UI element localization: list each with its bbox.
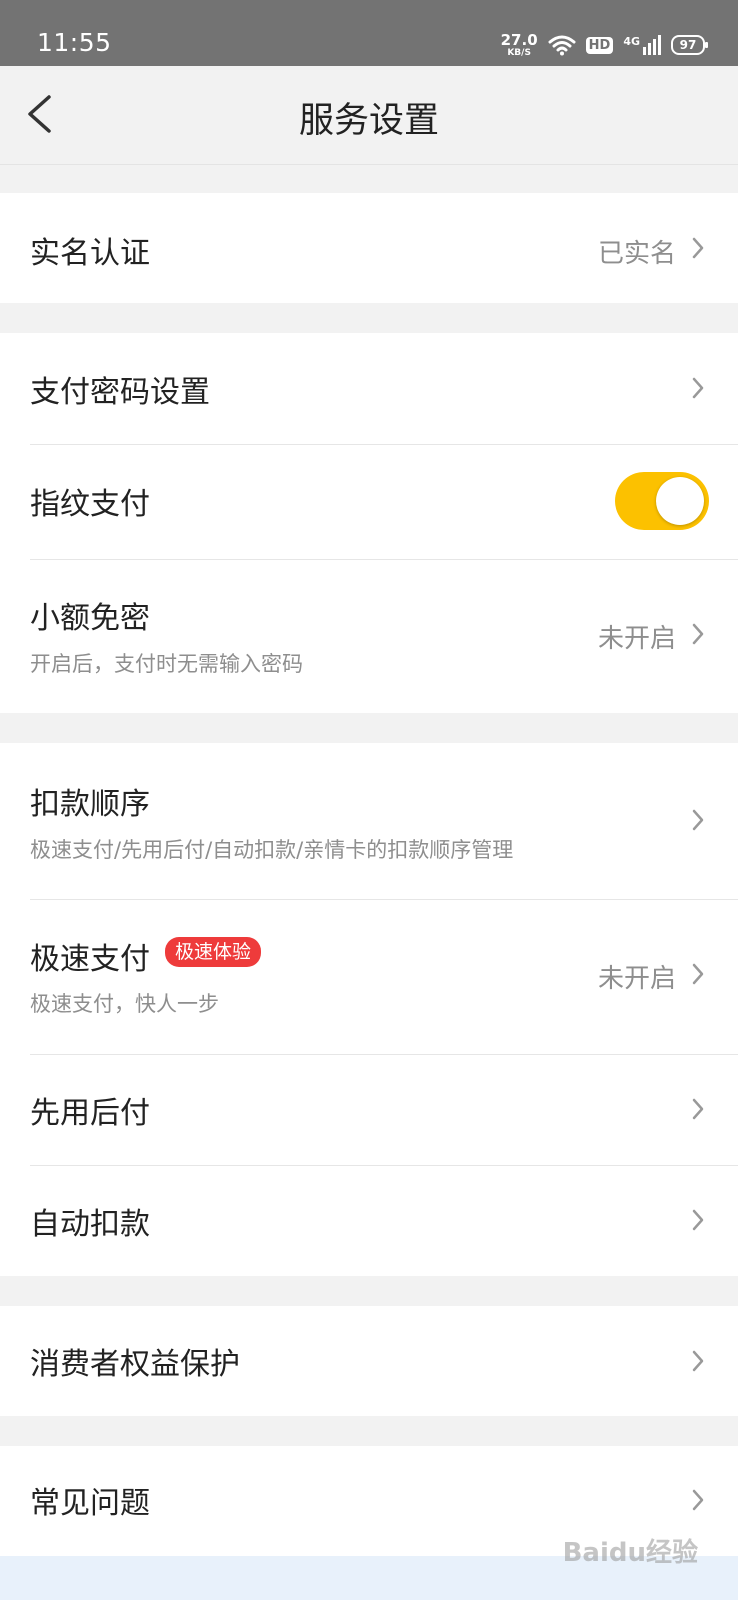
fast-pay-badge: 极速体验 bbox=[165, 937, 262, 967]
row-consumer-rights[interactable]: 消费者权益保护 bbox=[0, 1306, 738, 1416]
chevron-right-icon bbox=[692, 1350, 704, 1372]
fast-pay-description: 极速支付，快人一步 bbox=[30, 992, 219, 1016]
row-fingerprint-pay: 指纹支付 bbox=[0, 445, 738, 559]
wifi-icon bbox=[548, 35, 576, 56]
watermark: Baidu经验 bbox=[562, 1538, 698, 1568]
status-bar: 11:55 27.0 KB/S HD 4G 97 bbox=[0, 0, 738, 66]
auto-deduct-label: 自动扣款 bbox=[30, 1207, 150, 1242]
row-auto-deduct[interactable]: 自动扣款 bbox=[0, 1166, 738, 1276]
real-name-status: 已实名 bbox=[597, 239, 676, 269]
navigation-bar: 服务设置 bbox=[0, 66, 738, 165]
row-small-amount-no-password[interactable]: 小额免密 开启后，支付时无需输入密码 未开启 bbox=[0, 560, 738, 713]
signal-icon: 4G bbox=[623, 35, 661, 55]
section-payment-methods: 扣款顺序 极速支付/先用后付/自动扣款/亲情卡的扣款顺序管理 极速支付 极速体验… bbox=[0, 743, 738, 1276]
section-consumer-rights: 消费者权益保护 bbox=[0, 1306, 738, 1416]
chevron-right-icon bbox=[692, 963, 704, 985]
small-amount-label: 小额免密 bbox=[30, 601, 150, 636]
status-icons: 27.0 KB/S HD 4G 97 bbox=[500, 30, 708, 60]
real-name-label: 实名认证 bbox=[30, 236, 150, 271]
row-pay-password[interactable]: 支付密码设置 bbox=[0, 333, 738, 444]
status-time: 11:55 bbox=[37, 28, 112, 57]
row-deduction-order[interactable]: 扣款顺序 极速支付/先用后付/自动扣款/亲情卡的扣款顺序管理 bbox=[0, 743, 738, 899]
network-speed: 27.0 KB/S bbox=[500, 30, 538, 58]
chevron-right-icon bbox=[692, 1489, 704, 1511]
chevron-right-icon bbox=[692, 809, 704, 831]
chevron-right-icon bbox=[692, 377, 704, 399]
deduction-order-description: 极速支付/先用后付/自动扣款/亲情卡的扣款顺序管理 bbox=[30, 838, 514, 862]
fingerprint-pay-toggle[interactable] bbox=[615, 472, 709, 530]
chevron-right-icon bbox=[692, 1209, 704, 1231]
chevron-right-icon bbox=[692, 1098, 704, 1120]
faq-label: 常见问题 bbox=[30, 1486, 150, 1521]
battery-icon: 97 bbox=[671, 35, 708, 55]
row-pay-later[interactable]: 先用后付 bbox=[0, 1055, 738, 1165]
row-fast-pay[interactable]: 极速支付 极速体验 极速支付，快人一步 未开启 bbox=[0, 900, 738, 1054]
pay-later-label: 先用后付 bbox=[30, 1096, 150, 1131]
chevron-right-icon bbox=[692, 623, 704, 645]
deduction-order-label: 扣款顺序 bbox=[30, 787, 150, 822]
page-title: 服务设置 bbox=[298, 101, 439, 141]
section-identity: 实名认证 已实名 bbox=[0, 193, 738, 303]
fingerprint-pay-label: 指纹支付 bbox=[30, 487, 150, 522]
fast-pay-label: 极速支付 bbox=[30, 942, 150, 977]
pay-password-label: 支付密码设置 bbox=[30, 375, 210, 410]
fast-pay-status: 未开启 bbox=[597, 964, 676, 994]
small-amount-status: 未开启 bbox=[597, 624, 676, 654]
chevron-right-icon bbox=[692, 237, 704, 259]
consumer-rights-label: 消费者权益保护 bbox=[30, 1347, 240, 1382]
hd-icon: HD bbox=[585, 36, 614, 54]
section-payment-security: 支付密码设置 指纹支付 小额免密 开启后，支付时无需输入密码 未开启 bbox=[0, 333, 738, 713]
row-real-name[interactable]: 实名认证 已实名 bbox=[0, 193, 738, 303]
small-amount-description: 开启后，支付时无需输入密码 bbox=[30, 652, 303, 676]
toggle-knob bbox=[656, 477, 704, 525]
